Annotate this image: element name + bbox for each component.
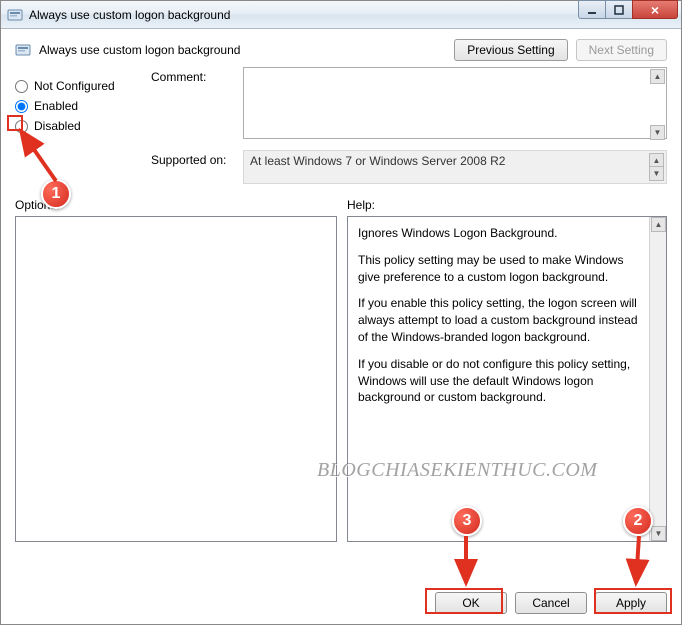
radio-enabled[interactable]: Enabled <box>15 99 151 113</box>
watermark: BLOGCHIASEKIENTHUC.COM <box>317 459 597 482</box>
help-pane: Ignores Windows Logon Background. This p… <box>347 216 667 542</box>
scroll-down-icon[interactable]: ▼ <box>651 526 666 541</box>
help-text: If you enable this policy setting, the l… <box>358 295 644 345</box>
cancel-button[interactable]: Cancel <box>515 592 587 614</box>
radio-disabled-label: Disabled <box>34 119 81 133</box>
scroll-down-icon[interactable]: ▼ <box>650 125 665 140</box>
policy-icon <box>15 42 31 58</box>
radio-not-configured-label: Not Configured <box>34 79 115 93</box>
minimize-button[interactable] <box>578 0 606 19</box>
comment-label: Comment: <box>151 67 243 142</box>
header-row: Always use custom logon background Previ… <box>1 29 681 67</box>
pane-labels: Options: Help: <box>1 198 681 216</box>
help-scrollbar[interactable]: ▲ ▼ <box>649 217 666 541</box>
close-button[interactable]: × <box>632 0 678 19</box>
supported-on-value: At least Windows 7 or Windows Server 200… <box>243 150 667 184</box>
next-setting-button: Next Setting <box>576 39 667 61</box>
window-title: Always use custom logon background <box>29 8 230 22</box>
radio-disabled-input[interactable] <box>15 120 28 133</box>
page-heading: Always use custom logon background <box>39 43 240 57</box>
comment-input[interactable] <box>243 67 667 139</box>
help-label: Help: <box>347 198 667 212</box>
scroll-up-icon[interactable]: ▲ <box>651 217 666 232</box>
titlebar: Always use custom logon background × <box>1 1 681 29</box>
maximize-button[interactable] <box>605 0 633 19</box>
radio-disabled[interactable]: Disabled <box>15 119 151 133</box>
radio-not-configured-input[interactable] <box>15 80 28 93</box>
radio-enabled-label: Enabled <box>34 99 78 113</box>
apply-button[interactable]: Apply <box>595 592 667 614</box>
window-controls: × <box>579 0 678 19</box>
dialog-buttons: OK Cancel Apply <box>435 592 667 614</box>
help-text: This policy setting may be used to make … <box>358 252 644 286</box>
panes: Ignores Windows Logon Background. This p… <box>1 216 681 542</box>
radio-enabled-input[interactable] <box>15 100 28 113</box>
policy-icon <box>7 7 23 23</box>
config-area: Not Configured Enabled Disabled Comment:… <box>1 67 681 198</box>
radio-not-configured[interactable]: Not Configured <box>15 79 151 93</box>
options-label: Options: <box>15 198 347 212</box>
supported-on-text: At least Windows 7 or Windows Server 200… <box>250 154 505 168</box>
scroll-up-icon[interactable]: ▲ <box>650 69 665 84</box>
supported-label: Supported on: <box>151 150 243 184</box>
previous-setting-button[interactable]: Previous Setting <box>454 39 567 61</box>
options-pane <box>15 216 337 542</box>
state-radios: Not Configured Enabled Disabled <box>15 67 151 192</box>
ok-button[interactable]: OK <box>435 592 507 614</box>
scroll-down-icon[interactable]: ▼ <box>649 166 664 181</box>
help-text: Ignores Windows Logon Background. <box>358 225 644 242</box>
help-text: If you disable or do not configure this … <box>358 356 644 406</box>
